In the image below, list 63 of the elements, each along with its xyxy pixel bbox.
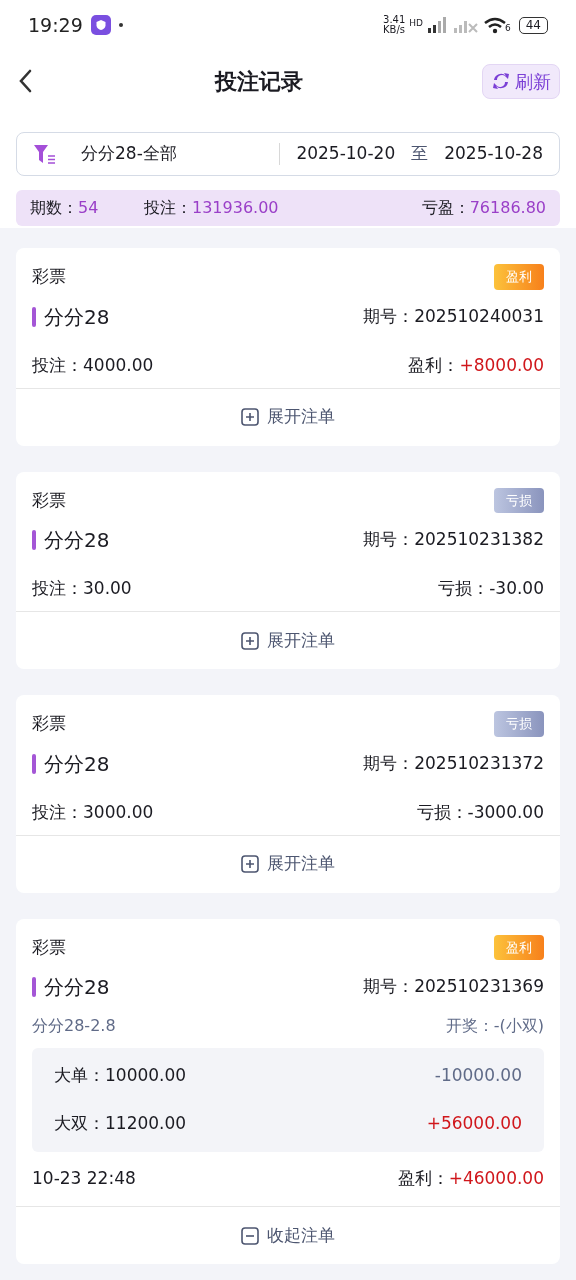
result-tag: 盈利 <box>494 934 544 960</box>
status-time: 19:29 <box>28 12 83 38</box>
wifi-generation-label: 6 <box>505 21 511 35</box>
wifi-icon <box>483 16 507 34</box>
game-name: 分分28 <box>44 303 110 331</box>
start-date[interactable]: 2025-10-20 <box>296 141 396 167</box>
draw-result: 开奖：-(小双) <box>445 1015 544 1037</box>
refresh-icon <box>491 71 511 91</box>
refresh-button[interactable]: 刷新 <box>482 63 560 99</box>
accent-bar <box>32 977 36 997</box>
expand-icon <box>241 855 259 873</box>
expand-icon <box>241 408 259 426</box>
accent-bar <box>32 530 36 550</box>
profit-loss: 盈利：+8000.00 <box>408 353 544 377</box>
accent-bar <box>32 306 36 327</box>
record-category: 彩票 <box>32 935 66 959</box>
result-tag: 亏损 <box>494 487 544 513</box>
toggle-button[interactable]: 展开注单 <box>16 611 560 669</box>
battery-level: 44 <box>518 16 548 34</box>
summary-stat: 亏盈：76186.80 <box>421 197 546 219</box>
toggle-button[interactable]: 展开注单 <box>16 387 560 446</box>
app-icon <box>90 15 111 35</box>
bet-time: 10-23 22:48 <box>32 1167 136 1191</box>
profit-loss: 亏损：-3000.00 <box>416 800 544 824</box>
dot-icon <box>118 23 123 27</box>
result-tag: 盈利 <box>494 264 544 290</box>
record-category: 彩票 <box>32 265 66 288</box>
issue-number: 期号：202510231369 <box>363 975 544 999</box>
issue-number: 期号：202510231382 <box>363 528 544 552</box>
summary-stat: 期数：54 <box>30 197 100 219</box>
bet-result: -10000.00 <box>434 1064 522 1088</box>
filter-game[interactable]: 分分28-全部 <box>81 141 280 167</box>
toggle-button[interactable]: 展开注单 <box>16 834 560 893</box>
result-tag: 亏损 <box>494 711 544 737</box>
network-type: HD <box>409 17 423 30</box>
game-name: 分分28 <box>44 527 110 554</box>
accent-bar <box>32 753 36 774</box>
expand-icon <box>241 631 259 650</box>
collapse-icon <box>241 1226 259 1245</box>
bet-total: 投注：30.00 <box>32 577 132 601</box>
toggle-button[interactable]: 收起注单 <box>16 1206 560 1264</box>
signal-icon <box>427 16 449 34</box>
bet-amount: 大单：10000.00 <box>54 1064 187 1088</box>
issue-number: 期号：202510240031 <box>363 304 544 328</box>
speed-value: 3.41 <box>383 15 406 25</box>
bet-total: 投注：4000.00 <box>32 353 154 377</box>
filter-icon[interactable] <box>33 143 57 165</box>
summary-stat: 投注：131936.00 <box>144 197 279 219</box>
profit-loss: 盈利：+46000.00 <box>397 1167 544 1191</box>
speed-unit: KB/s <box>383 25 406 35</box>
bet-result: +56000.00 <box>426 1112 522 1136</box>
end-date[interactable]: 2025-10-28 <box>444 141 543 167</box>
game-name: 分分28 <box>44 750 110 778</box>
profit-loss: 亏损：-30.00 <box>438 577 544 601</box>
record-category: 彩票 <box>32 712 66 735</box>
play-name: 分分28-2.8 <box>32 1015 116 1037</box>
bet-amount: 大双：11200.00 <box>54 1112 187 1136</box>
issue-number: 期号：202510231372 <box>363 751 544 775</box>
page-title: 投注记录 <box>215 67 303 96</box>
bet-total: 投注：3000.00 <box>32 800 154 824</box>
game-name: 分分28 <box>44 974 110 1001</box>
record-category: 彩票 <box>32 488 66 512</box>
date-separator: 至 <box>411 142 429 166</box>
